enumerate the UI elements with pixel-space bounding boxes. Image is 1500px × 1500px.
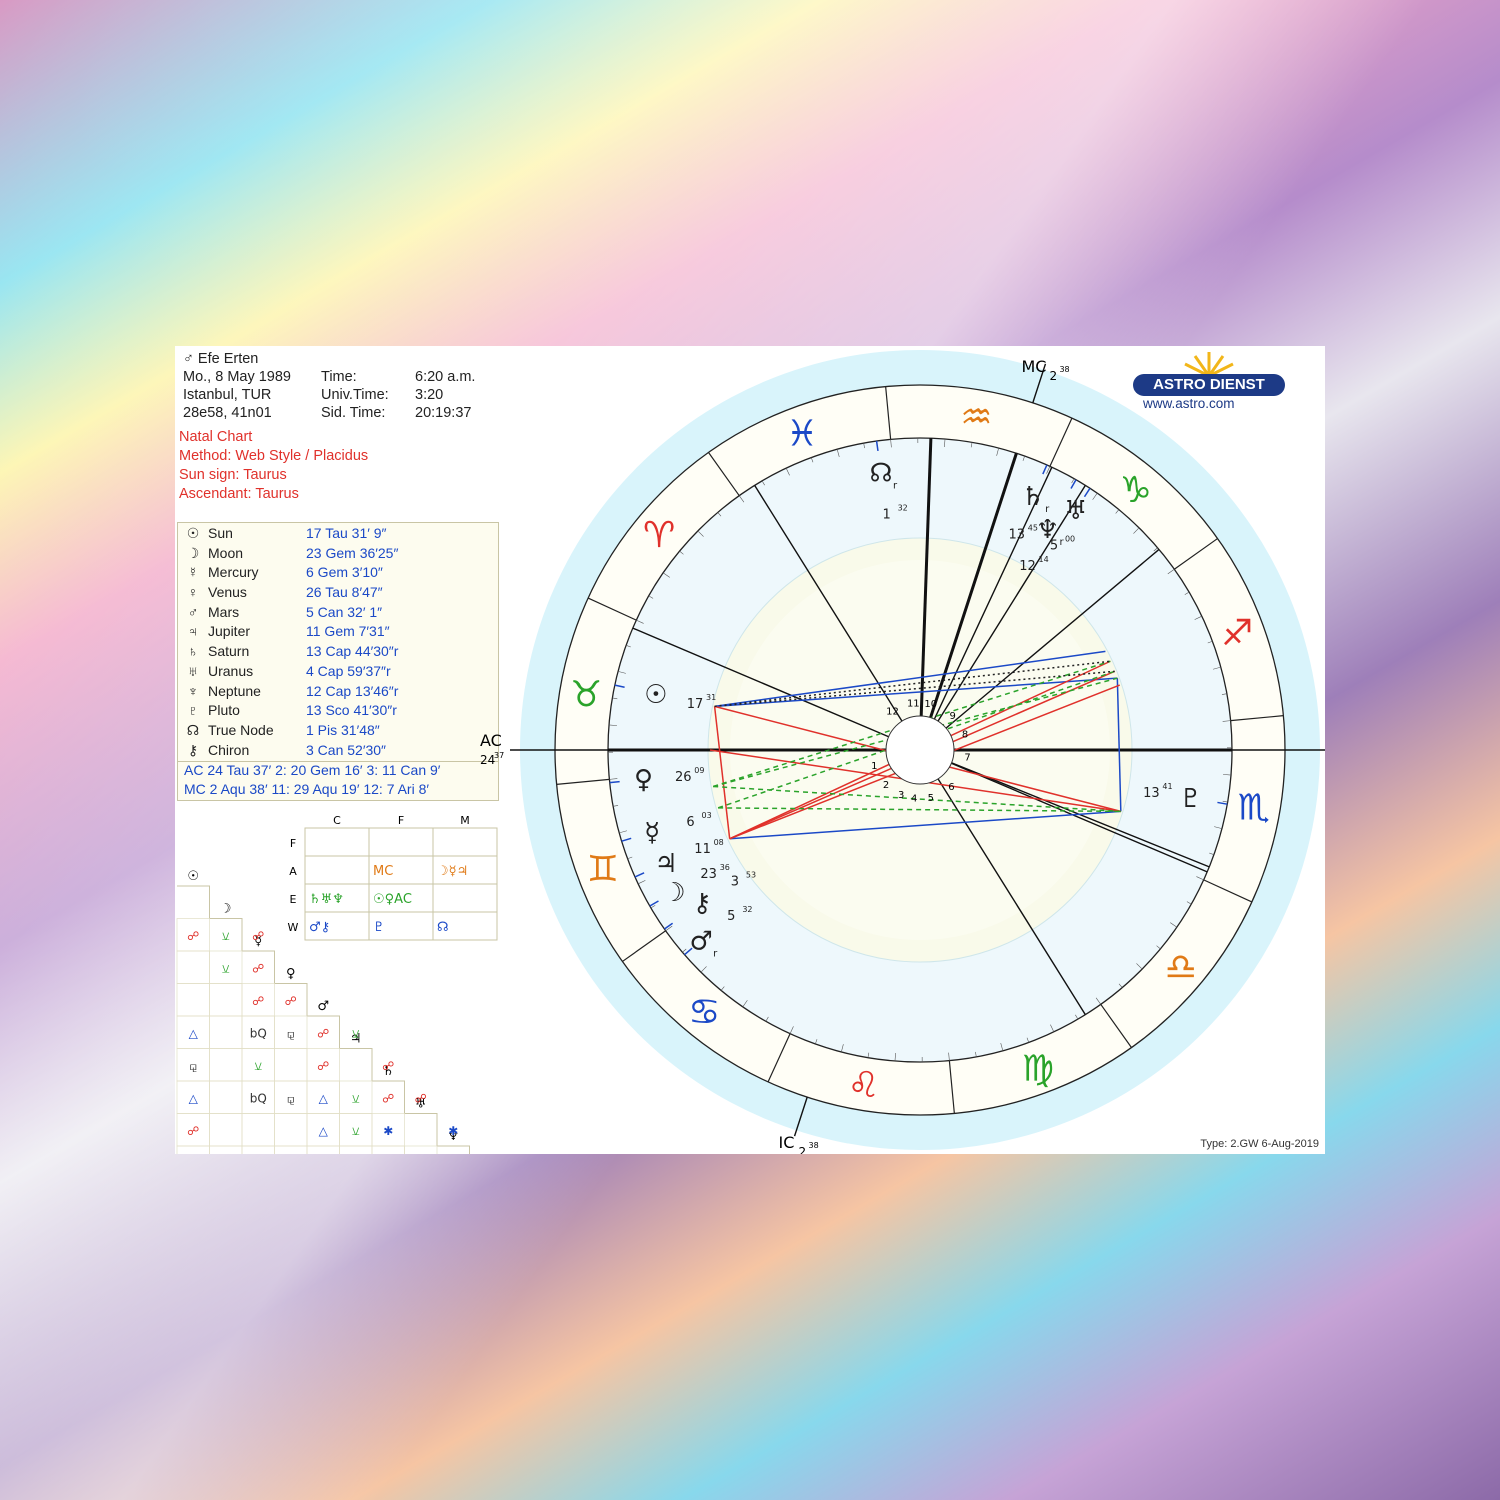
planet-minute: 32 bbox=[742, 905, 752, 914]
house-number: 5 bbox=[928, 793, 934, 804]
zodiac-sign-icon: ♐ bbox=[1221, 613, 1253, 654]
planet-minute: 09 bbox=[694, 766, 704, 775]
zodiac-sign-icon: ♓ bbox=[786, 414, 818, 455]
planet-minute: 31 bbox=[706, 693, 716, 702]
house-number: 3 bbox=[898, 790, 904, 801]
planet-degree: 6 bbox=[686, 815, 694, 830]
ac-degree: 24 bbox=[480, 753, 495, 767]
zodiac-sign-icon: ♑ bbox=[1120, 470, 1152, 511]
planet-degree: 5 bbox=[727, 909, 735, 924]
ic-degree: 2 bbox=[799, 1145, 807, 1154]
planet-glyph-icon: ♅ bbox=[1064, 496, 1087, 526]
zodiac-sign-icon: ♏ bbox=[1238, 787, 1270, 828]
house-number: 2 bbox=[883, 780, 889, 791]
planet-glyph-icon: ☽ bbox=[662, 878, 685, 908]
zodiac-sign-icon: ♊ bbox=[587, 849, 619, 890]
mc-label: MC bbox=[1021, 357, 1046, 376]
planet-degree: 13 bbox=[1143, 786, 1160, 801]
house-number: 11 bbox=[907, 698, 920, 709]
zodiac-sign-icon: ♉ bbox=[570, 675, 602, 716]
chart-wheel: ♈♉♊♋♌♍♎♏♐♑♒♓123456789101112AC2437DC2437M… bbox=[480, 350, 1325, 1154]
planet-degree: 26 bbox=[675, 770, 692, 785]
ac-minute: 37 bbox=[494, 751, 504, 760]
planet-glyph-icon: ♀ bbox=[634, 765, 653, 795]
mc-minute: 38 bbox=[1059, 365, 1069, 374]
planet-degree: 5 bbox=[1050, 539, 1058, 554]
planet-glyph-icon: ♄ bbox=[1021, 482, 1044, 512]
house-number: 1 bbox=[871, 761, 877, 772]
planet-minute: 41 bbox=[1162, 782, 1172, 791]
planet-degree: 1 bbox=[882, 507, 890, 522]
planet-degree: 17 bbox=[687, 697, 704, 712]
zodiac-sign-icon: ♈ bbox=[643, 515, 675, 556]
house-number: 9 bbox=[950, 711, 956, 722]
planet-glyph-icon: ☉ bbox=[644, 680, 667, 710]
planet-degree: 12 bbox=[1019, 559, 1036, 574]
zodiac-sign-icon: ♋ bbox=[688, 992, 720, 1033]
zodiac-sign-icon: ♌ bbox=[847, 1065, 879, 1106]
planet-minute: 00 bbox=[1065, 535, 1075, 544]
ic-minute: 38 bbox=[809, 1141, 819, 1150]
planet-degree: 13 bbox=[1009, 528, 1026, 543]
planet-glyph-icon: ♂ bbox=[689, 926, 712, 956]
house-number: 4 bbox=[911, 794, 917, 805]
planet-glyph-icon: ☊ bbox=[869, 459, 892, 489]
planet-minute: 08 bbox=[714, 838, 724, 847]
house-number: 7 bbox=[964, 753, 970, 764]
zodiac-sign-icon: ♎ bbox=[1165, 947, 1197, 988]
ac-label: AC bbox=[480, 731, 502, 750]
planet-glyph-icon: ♃ bbox=[654, 849, 677, 879]
planet-minute: 36 bbox=[720, 863, 730, 872]
house-number: 12 bbox=[886, 707, 899, 718]
planet-minute: 32 bbox=[898, 503, 908, 512]
house-number: 8 bbox=[962, 730, 968, 741]
planet-minute: 14 bbox=[1039, 555, 1049, 564]
zodiac-sign-icon: ♒ bbox=[960, 397, 992, 438]
planet-glyph-icon: ☿ bbox=[644, 818, 660, 848]
mc-degree: 2 bbox=[1049, 369, 1057, 383]
planet-glyph-icon: ⚷ bbox=[693, 889, 712, 919]
chart-footer: Type: 2.GW 6-Aug-2019 bbox=[1200, 1138, 1319, 1150]
planet-minute: 03 bbox=[701, 811, 711, 820]
planet-minute: 53 bbox=[746, 871, 756, 880]
planet-degree: 11 bbox=[694, 842, 711, 857]
zodiac-sign-icon: ♍ bbox=[1022, 1048, 1054, 1089]
house-number: 6 bbox=[948, 782, 954, 793]
chart-card: ♂ Efe Erten Mo., 8 May 1989 Time: 6:20 a.m… bbox=[175, 346, 1325, 1154]
planet-glyph-icon: ♇ bbox=[1179, 784, 1202, 814]
ic-label: IC bbox=[779, 1133, 795, 1152]
planet-degree: 23 bbox=[700, 867, 717, 882]
planet-degree: 3 bbox=[731, 875, 739, 890]
house-number: 10 bbox=[924, 699, 937, 710]
